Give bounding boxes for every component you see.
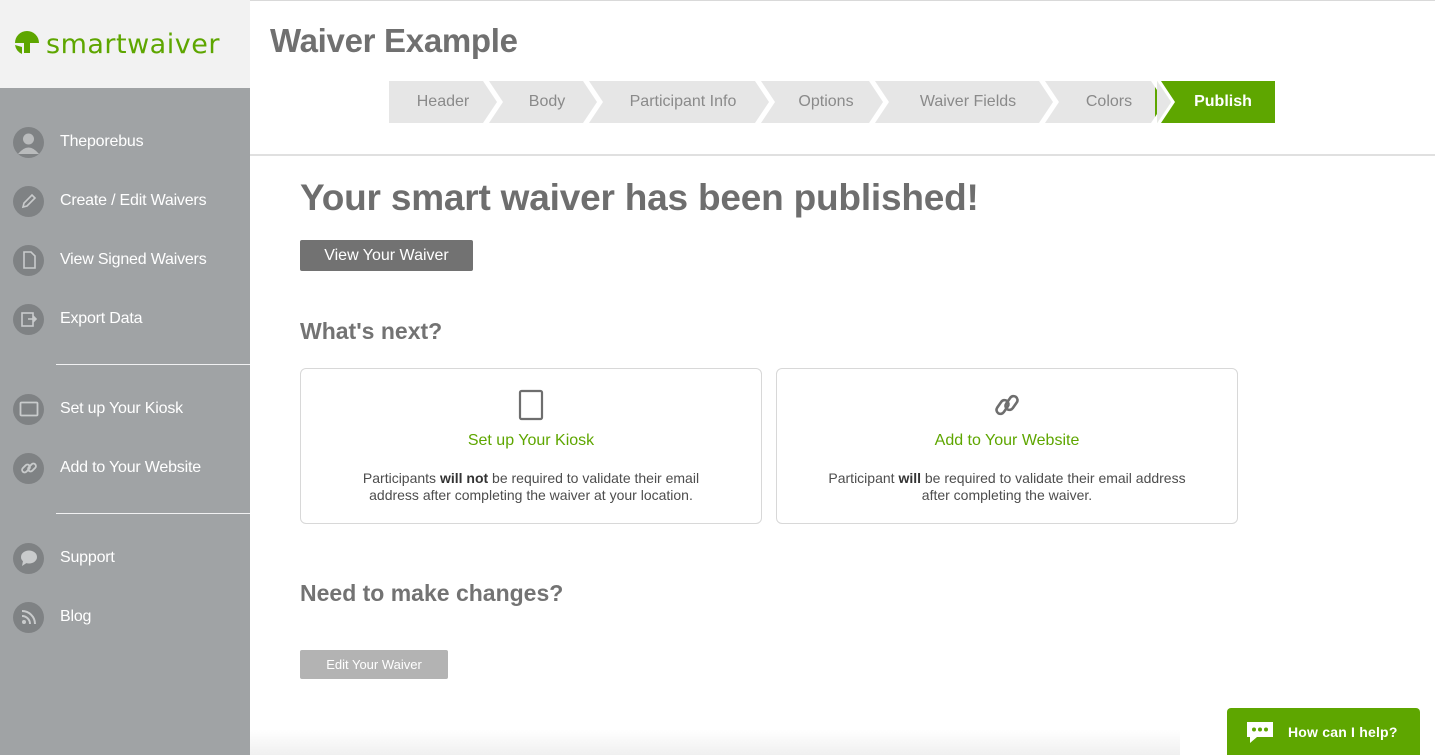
help-widget-label: How can I help? — [1288, 724, 1398, 740]
step-publish[interactable]: Publish — [1155, 81, 1275, 123]
step-label: Waiver Fields — [919, 93, 1017, 110]
footer-shadow — [250, 730, 1180, 755]
whats-next-title: What's next? — [300, 318, 443, 344]
sidebar-item-website[interactable]: Add to Your Website — [0, 448, 250, 488]
rss-icon — [13, 601, 44, 633]
sidebar-item-account[interactable]: Theporebus — [0, 122, 250, 162]
kiosk-card-title: Set up Your Kiosk — [467, 432, 595, 449]
export-icon — [13, 303, 44, 335]
step-label: Options — [798, 93, 854, 110]
smartwaiver-logo-icon — [15, 31, 39, 54]
edit-waiver-button[interactable]: Edit Your Waiver — [300, 650, 448, 679]
sidebar: smartwaiver Theporebus Create / Edit Wai… — [0, 0, 250, 755]
desc-emphasis: will — [898, 470, 921, 486]
chat-bubble-icon — [1247, 722, 1273, 743]
sidebar-item-label: Support — [60, 549, 115, 566]
sidebar-item-label: Blog — [60, 608, 92, 625]
kiosk-card[interactable]: Set up Your Kiosk Participants will not … — [300, 368, 762, 524]
desc-emphasis: will not — [439, 470, 489, 486]
sidebar-divider — [56, 364, 250, 365]
link-icon — [13, 452, 44, 484]
tablet-icon — [301, 389, 761, 421]
sidebar-divider — [56, 513, 250, 514]
step-participant-info[interactable]: Participant Info — [585, 81, 767, 123]
view-waiver-button[interactable]: View Your Waiver — [300, 240, 473, 271]
sidebar-item-label: Set up Your Kiosk — [60, 400, 183, 417]
sidebar-item-label: Add to Your Website — [60, 459, 201, 476]
sidebar-item-support[interactable]: Support — [0, 538, 250, 578]
website-card-title: Add to Your Website — [934, 432, 1080, 449]
website-card-description: Participant will be required to validate… — [817, 470, 1197, 504]
page-title: Waiver Example — [270, 22, 518, 59]
desc-text: Participant — [828, 470, 899, 486]
document-icon — [13, 244, 44, 276]
sidebar-item-view-signed-waivers[interactable]: View Signed Waivers — [0, 240, 250, 280]
link-icon — [777, 389, 1237, 421]
step-colors[interactable]: Colors — [1041, 81, 1163, 123]
step-waiver-fields[interactable]: Waiver Fields — [871, 81, 1051, 123]
pencil-icon — [13, 185, 44, 217]
sidebar-item-label: View Signed Waivers — [60, 251, 207, 268]
chat-icon — [13, 542, 44, 574]
step-label: Publish — [1194, 93, 1252, 110]
changes-title: Need to make changes? — [300, 580, 564, 606]
logo-text: smartwaiver — [46, 28, 220, 60]
sidebar-item-blog[interactable]: Blog — [0, 597, 250, 637]
header-divider — [250, 154, 1435, 156]
sidebar-item-export-data[interactable]: Export Data — [0, 299, 250, 339]
step-label: Participant Info — [629, 93, 737, 110]
sidebar-item-kiosk[interactable]: Set up Your Kiosk — [0, 389, 250, 429]
published-headline: Your smart waiver has been published! — [300, 177, 979, 218]
logo[interactable]: smartwaiver — [0, 0, 250, 88]
step-label: Colors — [1085, 93, 1133, 110]
help-widget[interactable]: How can I help? — [1227, 708, 1420, 755]
website-card[interactable]: Add to Your Website Participant will be … — [776, 368, 1238, 524]
step-body[interactable]: Body — [485, 81, 595, 123]
sidebar-item-label: Create / Edit Waivers — [60, 192, 207, 209]
tablet-icon — [13, 393, 44, 425]
step-label: Body — [528, 93, 566, 110]
desc-text: Participants — [362, 470, 440, 486]
desc-text: be required to validate their email addr… — [921, 470, 1186, 503]
kiosk-card-description: Participants will not be required to val… — [341, 470, 721, 504]
top-border — [250, 0, 1435, 1]
sidebar-item-label: Theporebus — [60, 133, 144, 150]
wizard-steps: Header Body Participant Info Options Wai… — [389, 81, 1275, 123]
user-icon — [13, 126, 44, 158]
step-label: Header — [416, 93, 470, 110]
step-options[interactable]: Options — [757, 81, 881, 123]
sidebar-item-label: Export Data — [60, 310, 143, 327]
sidebar-item-create-edit-waivers[interactable]: Create / Edit Waivers — [0, 181, 250, 221]
step-header[interactable]: Header — [389, 81, 497, 123]
